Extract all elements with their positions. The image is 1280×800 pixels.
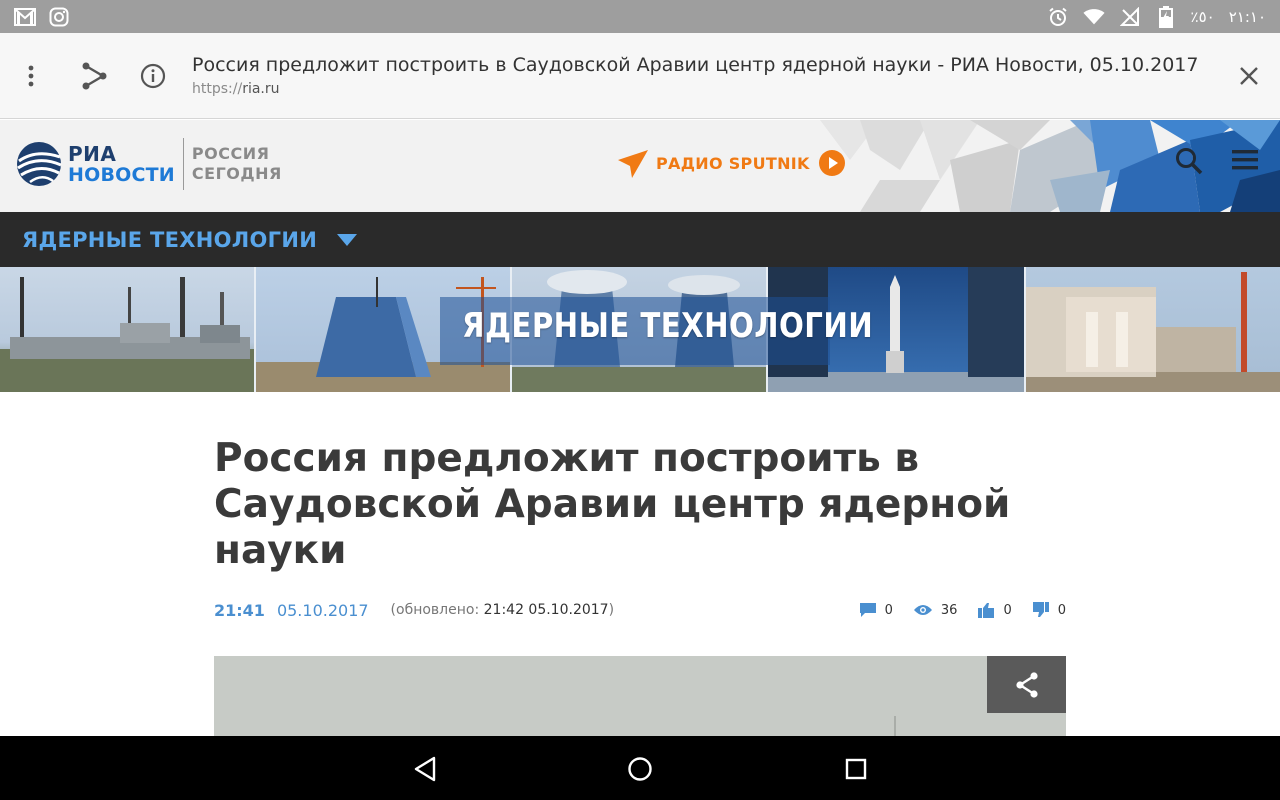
battery-level: ٪٥٠	[1190, 7, 1215, 26]
no-sim-icon	[1119, 6, 1141, 28]
article-title: Россия предложит построить в Саудовской …	[214, 436, 1011, 573]
updated-value: 21:42 05.10.2017	[483, 602, 609, 618]
logo-divider	[182, 138, 184, 190]
close-icon[interactable]	[1226, 53, 1272, 99]
gmail-icon	[14, 6, 36, 28]
alarm-icon	[1047, 6, 1069, 28]
article-meta: 21:41 05.10.2017 (обновлено: 21:42 05.10…	[214, 598, 1066, 622]
share-icon[interactable]	[72, 53, 118, 99]
url-scheme: https://	[192, 81, 243, 97]
comment-icon	[859, 603, 876, 617]
thumbs-up-icon	[978, 603, 995, 618]
logo-segodnya-text: СЕГОДНЯ	[191, 164, 282, 183]
article-stats: 0 36 0 0	[859, 602, 1066, 618]
system-nav-bar	[0, 736, 1280, 800]
comments-count: 0	[884, 602, 893, 618]
page-url: https://ria.ru	[192, 81, 1226, 97]
search-icon[interactable]	[1174, 146, 1204, 180]
home-icon[interactable]	[625, 754, 655, 784]
recents-icon[interactable]	[841, 754, 871, 784]
article-time[interactable]: 21:41	[214, 601, 265, 620]
likes-stat[interactable]: 0	[977, 602, 1012, 618]
radio-sputnik-label: РАДИО SPUTNIK	[656, 153, 810, 173]
comments-stat[interactable]: 0	[859, 602, 893, 618]
clock: ٢١:١٠	[1228, 7, 1266, 26]
back-icon[interactable]	[410, 754, 440, 784]
info-icon[interactable]	[130, 53, 176, 99]
article-updated: (обновлено: 21:42 05.10.2017)	[391, 602, 615, 618]
views-count: 36	[940, 602, 958, 618]
updated-prefix: (обновлено:	[390, 602, 484, 618]
battery-charging-icon	[1155, 5, 1177, 28]
article-date[interactable]: 05.10.2017	[277, 601, 369, 620]
banner-photo-reactor-building	[1026, 267, 1280, 392]
eye-icon	[913, 605, 932, 615]
wifi-icon	[1082, 6, 1105, 28]
site-header: РИА НОВОСТИ РОССИЯ СЕГОДНЯ РАДИО SPUTNIK	[0, 120, 1280, 212]
play-icon[interactable]	[818, 149, 846, 177]
banner-title: ЯДЕРНЫЕ ТЕХНОЛОГИИ	[462, 306, 874, 346]
ria-logo[interactable]: РИА НОВОСТИ РОССИЯ СЕГОДНЯ	[16, 138, 282, 190]
chevron-down-icon	[337, 233, 358, 246]
page-title: Россия предложит построить в Саудовской …	[192, 54, 1199, 76]
section-nav[interactable]: ЯДЕРНЫЕ ТЕХНОЛОГИИ	[0, 212, 1280, 267]
sputnik-logo-icon	[618, 150, 648, 178]
instagram-icon	[48, 6, 70, 28]
header-pattern	[820, 120, 1280, 212]
share-icon	[1015, 671, 1038, 698]
views-stat: 36	[913, 602, 958, 618]
logo-rossiya-text: РОССИЯ	[191, 144, 270, 163]
article-image	[214, 656, 1066, 736]
browser-toolbar: Россия предложит построить в Саудовской …	[0, 33, 1280, 119]
ria-globe-icon	[17, 142, 62, 186]
banner-photo-powerplant	[0, 267, 256, 392]
thumbs-down-icon	[1032, 602, 1049, 617]
logo-novosti-text: НОВОСТИ	[68, 163, 175, 186]
dislikes-stat[interactable]: 0	[1032, 602, 1066, 618]
section-nav-label: ЯДЕРНЫЕ ТЕХНОЛОГИИ	[22, 227, 318, 252]
logo-ria-text: РИА	[68, 141, 117, 166]
url-host: ria.ru	[242, 81, 280, 97]
menu-icon[interactable]	[1230, 146, 1260, 178]
updated-suffix: )	[608, 602, 615, 618]
radio-sputnik-link[interactable]: РАДИО SPUTNIK	[618, 148, 846, 178]
status-bar: ٪٥٠ ٢١:١٠	[0, 0, 1280, 33]
more-vert-icon[interactable]	[8, 53, 54, 99]
article-share-button[interactable]	[987, 656, 1066, 713]
likes-count: 0	[1003, 602, 1012, 618]
dislikes-count: 0	[1057, 602, 1066, 618]
